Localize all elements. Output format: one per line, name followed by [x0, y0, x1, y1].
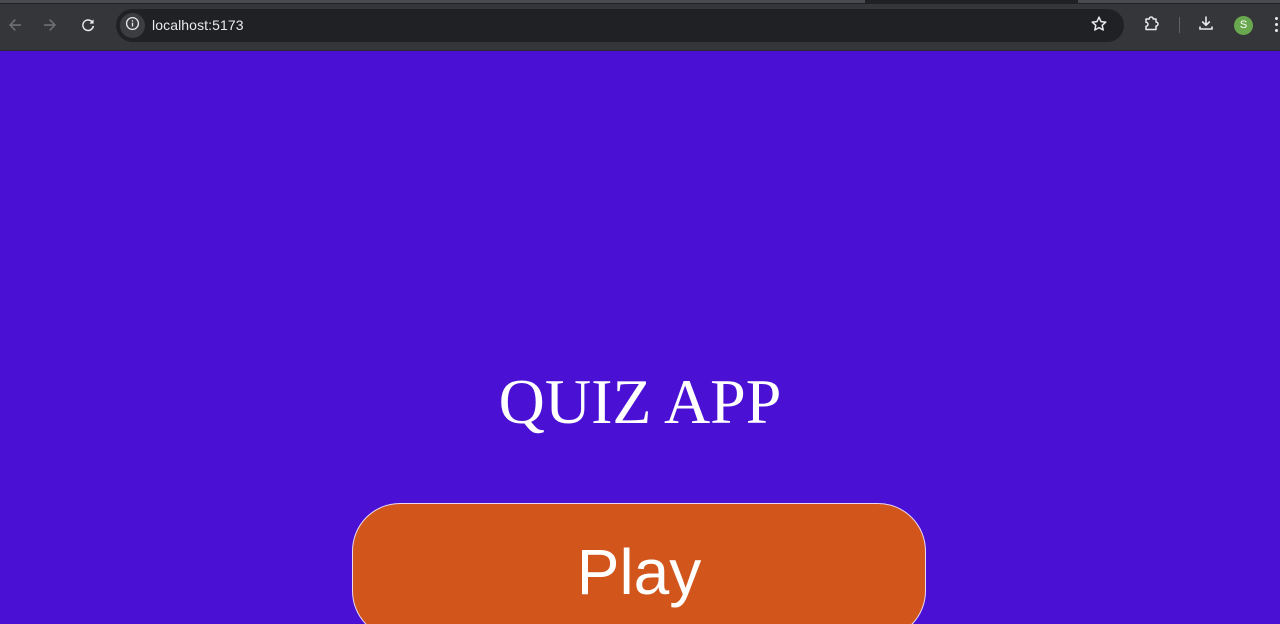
address-bar[interactable]: localhost:5173 [116, 9, 1124, 42]
tab-strip [0, 0, 1280, 4]
play-button-label: Play [576, 536, 702, 608]
downloads-button[interactable] [1195, 14, 1217, 36]
inactive-tab-edge[interactable] [1078, 0, 1280, 3]
more-vert-icon[interactable] [1271, 17, 1280, 35]
forward-button[interactable] [37, 12, 63, 38]
play-button[interactable]: Play [352, 503, 926, 624]
url-text[interactable]: localhost:5173 [152, 17, 244, 33]
browser-chrome: localhost:5173 S [0, 0, 1280, 51]
arrow-right-icon [42, 17, 58, 33]
bookmark-button[interactable] [1088, 15, 1110, 37]
site-info-button[interactable] [120, 13, 145, 38]
reload-icon [80, 17, 96, 33]
toolbar-divider [1179, 17, 1180, 33]
info-icon [125, 16, 140, 35]
star-icon [1090, 15, 1108, 37]
puzzle-icon [1143, 14, 1161, 36]
profile-avatar[interactable]: S [1234, 16, 1253, 35]
download-icon [1197, 14, 1215, 36]
active-tab-edge[interactable] [0, 0, 865, 3]
page-title: QUIZ APP [498, 366, 782, 437]
arrow-left-icon [7, 17, 23, 33]
quiz-page: QUIZ APP Play [0, 51, 1280, 624]
reload-button[interactable] [75, 12, 101, 38]
extensions-button[interactable] [1141, 14, 1163, 36]
back-button[interactable] [2, 12, 28, 38]
